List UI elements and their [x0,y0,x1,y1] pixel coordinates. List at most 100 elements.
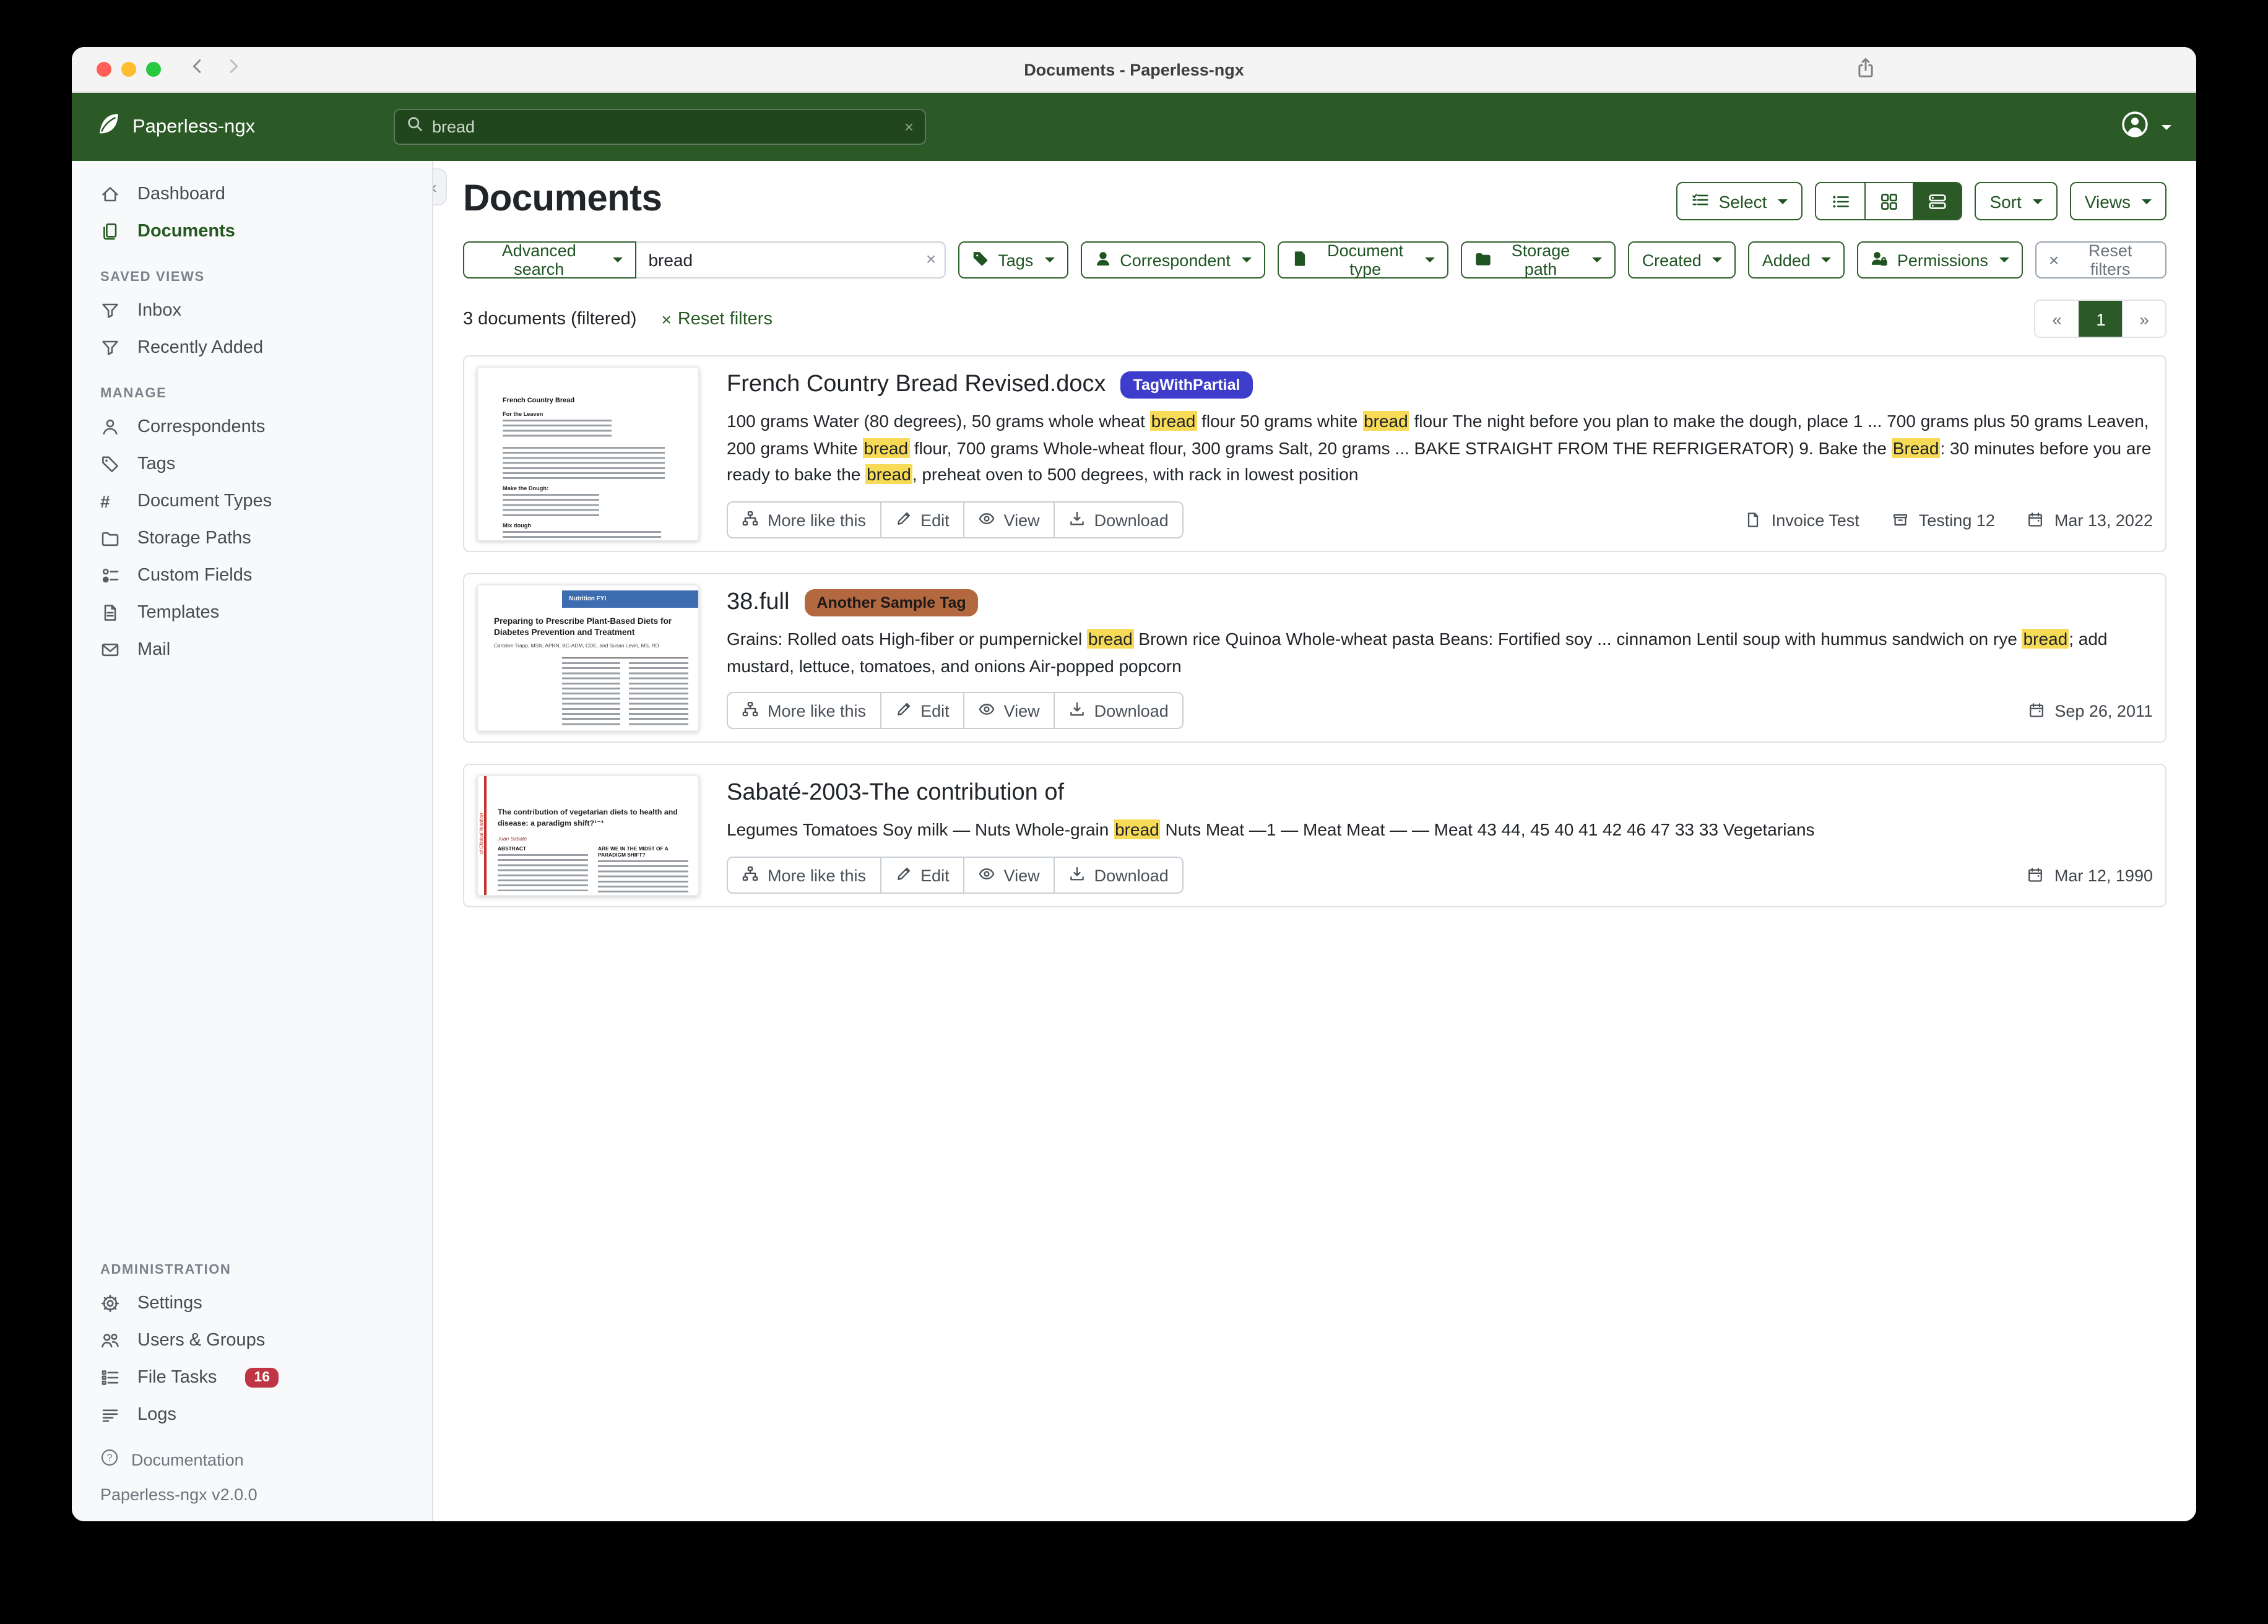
views-button[interactable]: Views [2070,182,2166,220]
filter-search-input[interactable] [636,241,946,279]
filter-correspondent-button[interactable]: Correspondent [1080,241,1265,279]
filter-document-type-button[interactable]: Document type [1278,241,1448,279]
file-tasks-count-badge: 16 [245,1368,279,1388]
document-card-main: 38.fullAnother Sample TagGrains: Rolled … [727,584,2153,732]
select-button[interactable]: Select [1677,182,1803,220]
edit-button[interactable]: Edit [881,501,964,538]
sidebar-item-logs[interactable]: Logs [72,1396,432,1433]
edit-button[interactable]: Edit [881,857,964,894]
sidebar-item-documents[interactable]: Documents [72,213,432,250]
close-window-button[interactable] [97,62,111,77]
sidebar-item-templates[interactable]: Templates [72,594,432,631]
document-title[interactable]: 38.full [727,589,789,616]
document-meta: Sep 26, 2011 [2027,702,2153,720]
filter-chip-label: Added [1762,251,1811,269]
meta-label: Testing 12 [1919,511,1995,529]
meta-mar-12-1990[interactable]: Mar 12, 1990 [2027,866,2153,884]
meta-mar-13-2022[interactable]: Mar 13, 2022 [2027,511,2153,529]
logs-icon [100,1405,121,1425]
download-button[interactable]: Download [1055,501,1184,538]
view-button[interactable]: View [964,501,1055,538]
app-brand[interactable]: Paperless-ngx [97,111,255,142]
filter-created-button[interactable]: Created [1629,241,1736,279]
document-tag-badge[interactable]: TagWithPartial [1121,371,1253,399]
meta-sep-26-2011[interactable]: Sep 26, 2011 [2027,702,2153,720]
action-label: More like this [768,866,866,884]
pagination: « 1 » [2034,300,2166,338]
filter-clear-icon[interactable]: × [926,249,936,269]
toggle-list-view[interactable] [1816,183,1864,219]
sidebar-collapse-button[interactable]: « [433,168,447,205]
search-clear-icon[interactable]: × [904,118,914,136]
sidebar-item-document-types[interactable]: #Document Types [72,483,432,520]
sidebar-item-label: Documents [137,222,235,241]
sidebar-item-users-groups[interactable]: Users & Groups [72,1322,432,1359]
more-like-this-button[interactable]: More like this [727,857,881,894]
toggle-detail-view[interactable] [1913,183,1961,219]
toggle-grid-view[interactable] [1864,183,1913,219]
thumbnail-text-lines [630,662,688,727]
advanced-search-button[interactable]: Advanced search [463,241,636,279]
browser-back-icon[interactable] [188,57,207,82]
document-card-footer: More like this EditViewDownload Mar 12, 19… [727,857,2153,894]
meta-testing-12[interactable]: Testing 12 [1892,511,1995,529]
sidebar-item-inbox[interactable]: Inbox [72,292,432,329]
meta-invoice-test[interactable]: Invoice Test [1744,511,1859,529]
user-menu[interactable] [2121,93,2171,161]
sidebar-item-dashboard[interactable]: Dashboard [72,176,432,213]
sidebar-item-file-tasks[interactable]: File Tasks16 [72,1359,432,1396]
document-tag-badge[interactable]: Another Sample Tag [804,589,978,616]
minimize-window-button[interactable] [121,62,136,77]
diagram-icon [742,701,759,722]
document-title[interactable]: Sabaté-2003-The contribution of [727,780,1064,808]
filter-tags-button[interactable]: Tags [958,241,1068,279]
global-search-input[interactable] [432,118,904,136]
browser-forward-icon[interactable] [224,57,243,82]
thumbnail-text-lines [498,855,588,892]
sidebar-item-storage-paths[interactable]: Storage Paths [72,520,432,557]
document-card-footer: More like this Edit ViewDownload Invoice Te… [727,501,2153,538]
reset-filters-link[interactable]: × Reset filters [661,309,773,329]
pagination-next-button[interactable]: » [2122,301,2165,337]
action-label: Edit [920,511,950,529]
filter-added-button[interactable]: Added [1749,241,1845,279]
view-button[interactable]: View [964,857,1055,894]
edit-button[interactable]: Edit [881,693,964,730]
titlebar: Documents - Paperless-ngx [72,47,2196,93]
sidebar-item-mail[interactable]: Mail [72,631,432,668]
download-button[interactable]: Download [1055,857,1184,894]
global-search[interactable]: × [394,109,926,145]
sidebar-item-custom-fields[interactable]: Custom Fields [72,557,432,594]
view-button[interactable]: View [964,693,1055,730]
document-card-main: French Country Bread Revised.docx TagWith… [727,366,2153,541]
sidebar-item-settings[interactable]: Settings [72,1285,432,1322]
document-thumbnail[interactable]: Nutrition FYIPreparing to Prescribe Plan… [474,584,702,732]
more-like-this-button[interactable]: More like this [727,693,881,730]
document-thumbnail[interactable]: French Country BreadFor the LeavenMake t… [474,366,702,541]
x-icon: × [2049,250,2059,270]
document-thumbnail[interactable]: of Clinical NutritionThe contribution of… [474,775,702,896]
more-like-this-button[interactable]: More like this [727,501,881,538]
sidebar-item-tags[interactable]: Tags [72,446,432,483]
filter-icon [100,338,121,358]
document-title[interactable]: French Country Bread Revised.docx [727,371,1106,399]
question-icon: ? [100,1448,119,1471]
reset-filters-button[interactable]: × Reset filters [2035,241,2166,279]
pagination-page-1[interactable]: 1 [2079,301,2122,337]
filter-chip-label: Storage path [1500,241,1581,279]
share-icon[interactable] [1855,57,1877,85]
download-button[interactable]: Download [1055,693,1184,730]
envelope-icon [100,640,121,660]
filter-permissions-button[interactable]: Permissions [1858,241,2023,279]
pagination-prev-button[interactable]: « [2035,301,2079,337]
document-meta: Mar 12, 1990 [2027,866,2153,884]
sidebar-item-correspondents[interactable]: Correspondents [72,408,432,446]
sidebar-item-documentation[interactable]: ? Documentation [72,1441,432,1478]
gear-icon [100,1294,121,1313]
sidebar-item-recently-added[interactable]: Recently Added [72,329,432,366]
action-label: More like this [768,702,866,720]
zoom-window-button[interactable] [146,62,161,77]
filter-storage-path-button[interactable]: Storage path [1460,241,1616,279]
download-icon [1068,865,1086,886]
sort-button[interactable]: Sort [1975,182,2057,220]
